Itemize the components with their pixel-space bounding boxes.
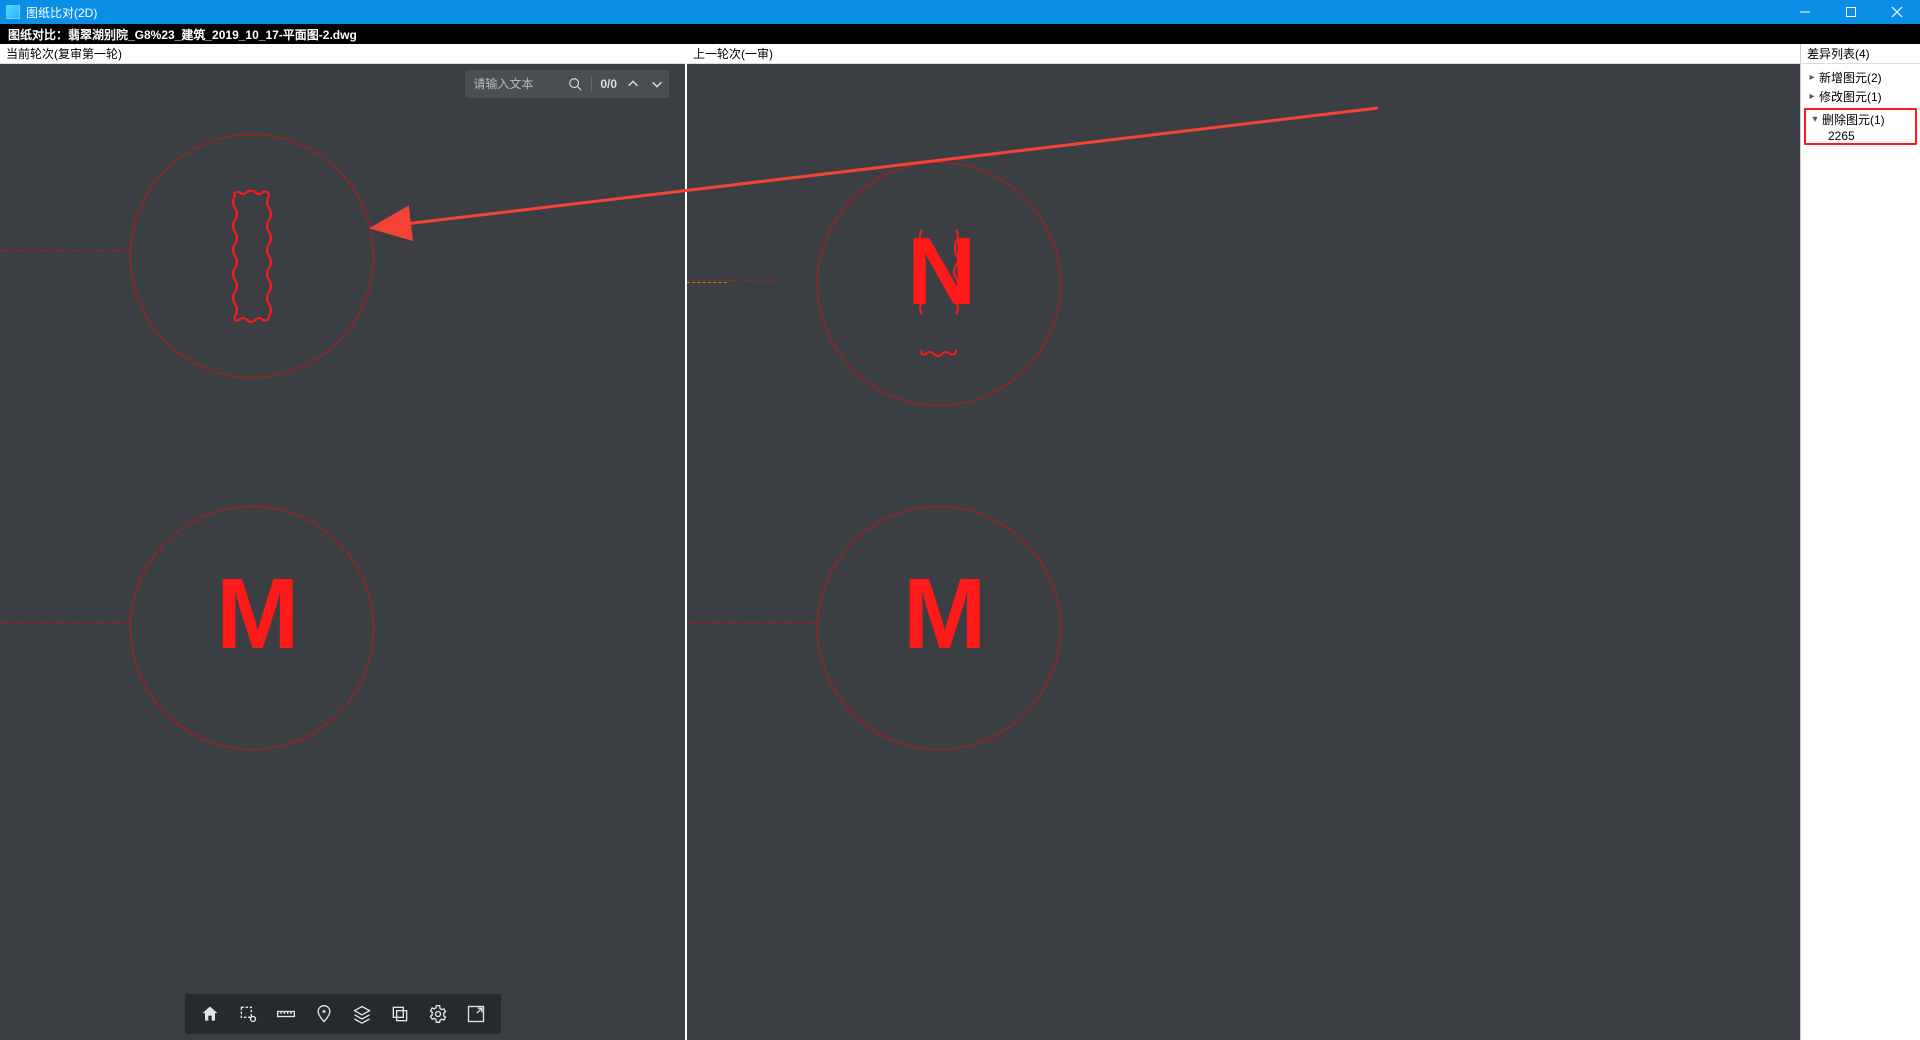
difference-list-title: 差异列表(4) (1807, 45, 1870, 62)
left-panel: 当前轮次(复审第一轮) 0/0 (0, 44, 687, 1040)
tree-item-label: 修改图元(1) (1819, 88, 1882, 105)
search-icon[interactable] (567, 76, 583, 92)
leader-line (0, 250, 130, 251)
left-panel-header: 当前轮次(复审第一轮) (0, 44, 685, 64)
diff-group-added[interactable]: ▸ 新增图元(2) (1803, 68, 1918, 87)
layers-button[interactable] (345, 997, 379, 1031)
main-area: 当前轮次(复审第一轮) 0/0 (0, 44, 1920, 1040)
window-title: 图纸比对(2D) (26, 4, 97, 21)
window-controls (1782, 0, 1920, 24)
locate-button[interactable] (307, 997, 341, 1031)
viewer-toolbar (185, 994, 501, 1034)
caret-right-icon: ▸ (1807, 72, 1817, 83)
leader-line (687, 282, 727, 283)
search-input[interactable] (469, 77, 559, 91)
column-symbol (225, 190, 279, 324)
left-canvas[interactable]: 0/0 M (0, 64, 685, 1040)
fullscreen-button[interactable] (459, 997, 493, 1031)
caret-right-icon: ▸ (1807, 91, 1817, 102)
document-path: 图纸对比：翡翠湖别院_G8%23_建筑_2019_10_17-平面图-2.dwg (8, 26, 357, 43)
search-next-button[interactable] (649, 76, 665, 92)
tree-item-label: 新增图元(2) (1819, 69, 1882, 86)
marker-letter: M (216, 564, 299, 664)
difference-list-header: 差异列表(4) (1801, 44, 1920, 64)
region-select-button[interactable] (231, 997, 265, 1031)
search-box: 0/0 (465, 70, 669, 98)
diff-item-id: 2265 (1828, 129, 1855, 143)
settings-button[interactable] (421, 997, 455, 1031)
difference-list-panel: 差异列表(4) ▸ 新增图元(2) ▸ 修改图元(1) ▾ 删除图元(1) 22… (1800, 44, 1920, 1040)
right-panel-header: 上一轮次(一审) (687, 44, 1800, 64)
leader-line (687, 280, 777, 281)
right-canvas[interactable]: N M (687, 64, 1800, 1040)
app-icon (6, 5, 20, 19)
difference-tree: ▸ 新增图元(2) ▸ 修改图元(1) ▾ 删除图元(1) 2265 (1801, 64, 1920, 151)
marker-letter: M (903, 564, 986, 664)
maximize-button[interactable] (1828, 0, 1874, 24)
minimize-button[interactable] (1782, 0, 1828, 24)
marker-letter: N (907, 224, 976, 320)
close-button[interactable] (1874, 0, 1920, 24)
leader-line (0, 622, 130, 623)
right-panel-title: 上一轮次(一审) (693, 45, 773, 62)
left-panel-title: 当前轮次(复审第一轮) (6, 45, 122, 62)
caret-down-icon: ▾ (1810, 114, 1820, 125)
diff-item[interactable]: 2265 (1806, 129, 1915, 143)
diff-group-deleted[interactable]: ▾ 删除图元(1) 2265 (1804, 108, 1917, 145)
search-counter: 0/0 (600, 77, 617, 91)
measure-button[interactable] (269, 997, 303, 1031)
home-button[interactable] (193, 997, 227, 1031)
copy-view-button[interactable] (383, 997, 417, 1031)
search-prev-button[interactable] (625, 76, 641, 92)
tree-item-label: 删除图元(1) (1822, 111, 1885, 128)
right-panel: 上一轮次(一审) N M (687, 44, 1800, 1040)
diff-group-modified[interactable]: ▸ 修改图元(1) (1803, 87, 1918, 106)
document-path-bar: 图纸对比：翡翠湖别院_G8%23_建筑_2019_10_17-平面图-2.dwg (0, 24, 1920, 44)
leader-line (687, 622, 817, 623)
window-titlebar: 图纸比对(2D) (0, 0, 1920, 24)
